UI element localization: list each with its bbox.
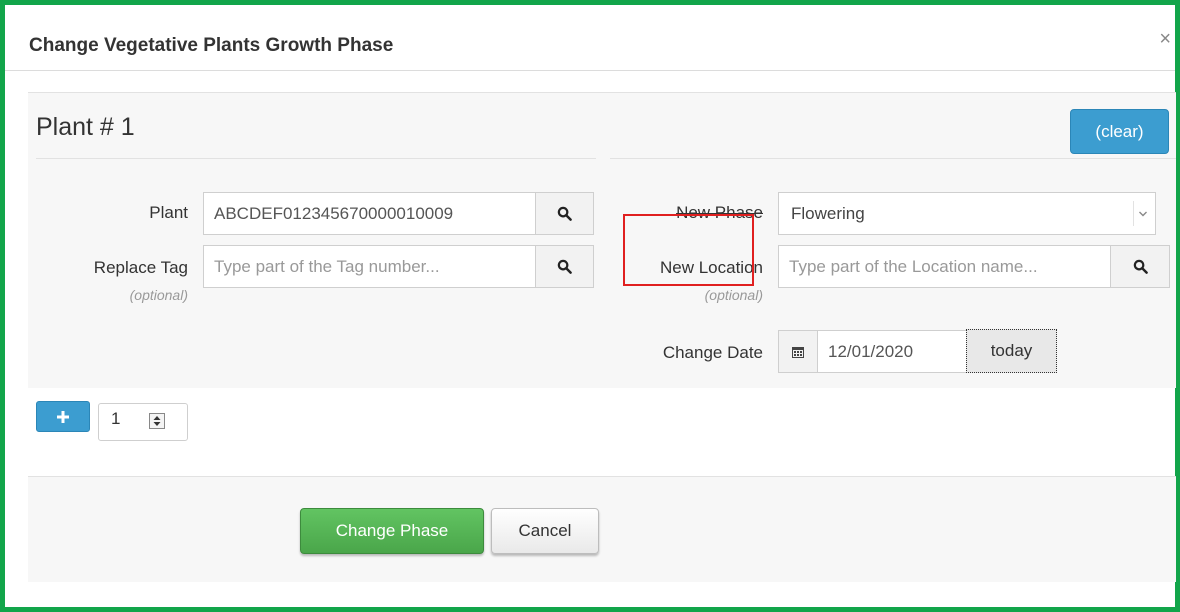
new-phase-select[interactable]: Flowering (778, 192, 1156, 235)
divider-right (610, 158, 1176, 159)
cancel-button[interactable]: Cancel (491, 508, 599, 554)
spin-arrows-icon[interactable] (149, 413, 165, 429)
plant-heading: Plant # 1 (36, 113, 135, 141)
row-count-stepper[interactable]: 1 (98, 403, 188, 441)
change-date-label: Change Date (662, 343, 763, 362)
clear-button[interactable]: (clear) (1070, 109, 1169, 154)
replace-tag-label: Replace Tag (93, 258, 188, 277)
chevron-down-icon (1133, 201, 1151, 226)
calendar-icon (792, 346, 804, 358)
search-icon (557, 206, 572, 221)
add-rows-area (28, 389, 1176, 449)
new-location-input[interactable]: Type part of the Location name... (778, 245, 1111, 288)
new-phase-label: New Phase (676, 203, 763, 222)
new-location-label: New Location (659, 258, 763, 277)
row-count-value: 1 (111, 409, 121, 428)
today-button[interactable]: today (966, 329, 1057, 373)
plant-input[interactable]: ABCDEF012345670000010009 (203, 192, 536, 235)
close-button[interactable]: × (1159, 29, 1171, 49)
change-phase-button[interactable]: Change Phase (300, 508, 484, 554)
new-location-optional: (optional) (704, 287, 763, 303)
replace-tag-input[interactable]: Type part of the Tag number... (203, 245, 536, 288)
plant-label: Plant (149, 203, 188, 222)
search-icon (1133, 259, 1148, 274)
replace-tag-optional: (optional) (129, 287, 188, 303)
change-date-input[interactable]: 12/01/2020 (817, 330, 967, 373)
new-phase-selected: Flowering (791, 204, 865, 223)
plant-search-button[interactable] (535, 192, 594, 235)
dialog-title: Change Vegetative Plants Growth Phase (29, 35, 394, 56)
plus-icon (57, 410, 69, 423)
search-icon (557, 259, 572, 274)
modal-footer (28, 476, 1176, 582)
new-location-search-button[interactable] (1110, 245, 1170, 288)
replace-tag-search-button[interactable] (535, 245, 594, 288)
calendar-button[interactable] (778, 330, 818, 373)
divider-left (36, 158, 596, 159)
add-plant-button[interactable] (36, 401, 90, 432)
modal-header: Change Vegetative Plants Growth Phase × (5, 5, 1175, 71)
